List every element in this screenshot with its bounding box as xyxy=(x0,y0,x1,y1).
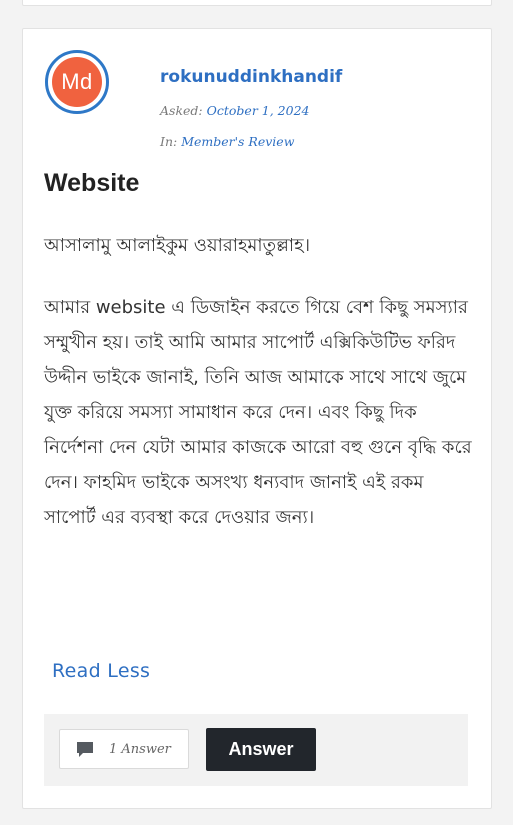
asked-date-link[interactable]: October 1, 2024 xyxy=(207,103,310,118)
category-link[interactable]: Member's Review xyxy=(181,134,294,149)
question-title[interactable]: Website xyxy=(44,169,139,198)
read-less-link[interactable]: Read Less xyxy=(52,660,150,682)
answers-count-label: 1 Answer xyxy=(109,741,171,757)
answer-button[interactable]: Answer xyxy=(206,728,316,771)
answers-count-button[interactable]: 1 Answer xyxy=(59,729,189,769)
category-meta: In: Member's Review xyxy=(160,134,294,149)
question-card: Md rokunuddinkhandif Asked: October 1, 2… xyxy=(22,28,492,809)
avatar-initials: Md xyxy=(52,57,102,107)
question-body-paragraph: আমার website এ ডিজাইন করতে গিয়ে বেশ কিছ… xyxy=(44,297,472,528)
author-username-link[interactable]: rokunuddinkhandif xyxy=(160,67,342,87)
question-body-paragraph: আসালামু আলাইকুম ওয়ারাহমাতুল্লাহ। xyxy=(44,235,311,256)
asked-label: Asked: xyxy=(160,103,203,118)
previous-card xyxy=(22,0,492,6)
comment-icon xyxy=(77,742,93,757)
avatar[interactable]: Md xyxy=(45,50,109,114)
in-label: In: xyxy=(160,134,178,149)
question-footer: 1 Answer Answer xyxy=(44,714,468,786)
asked-meta: Asked: October 1, 2024 xyxy=(160,103,309,118)
